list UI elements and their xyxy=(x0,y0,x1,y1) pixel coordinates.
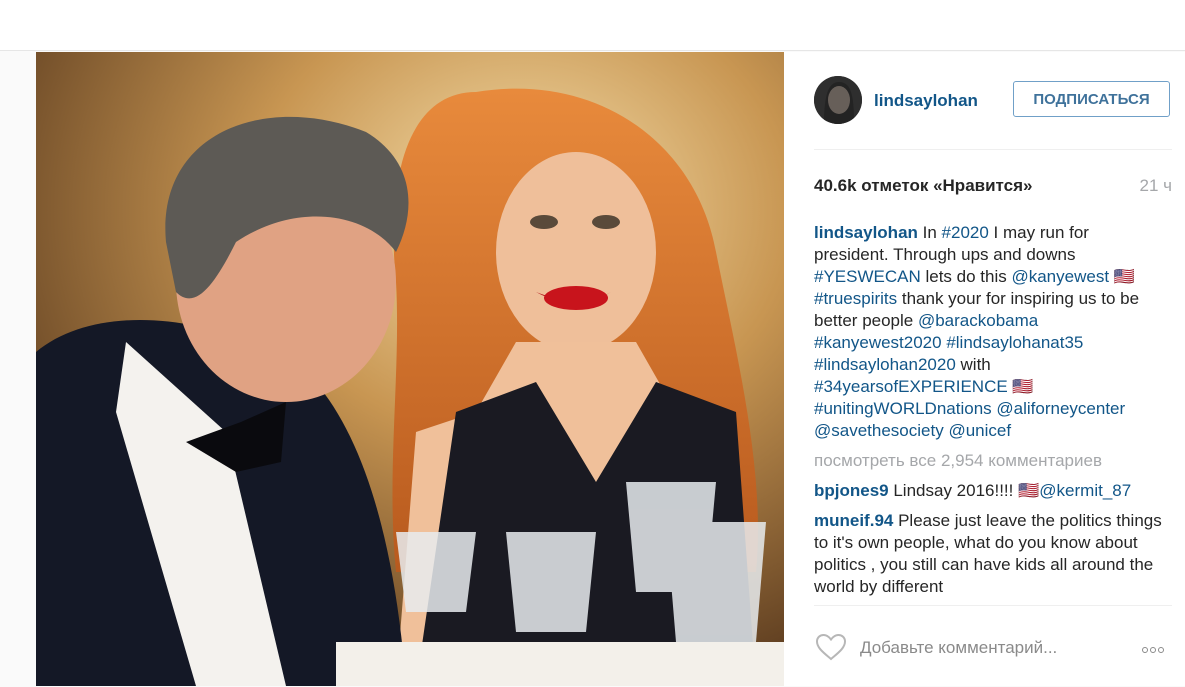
hashtag-link[interactable]: #lindsaylohanat35 xyxy=(946,333,1083,352)
top-navigation-bar xyxy=(0,0,1185,51)
follow-button[interactable]: ПОДПИСАТЬСЯ xyxy=(1013,81,1170,117)
comment-item: muneif.94 Please just leave the politics… xyxy=(814,510,1166,598)
hashtag-link[interactable]: #unitingWORLDnations xyxy=(814,399,992,418)
hashtag-link[interactable]: #YESWECAN xyxy=(814,267,921,286)
hashtag-link[interactable]: #34yearsofEXPERIENCE xyxy=(814,377,1008,396)
comments-list[interactable]: lindsaylohan In #2020 I may run for pres… xyxy=(814,222,1166,604)
comment-text: 🇺🇸 xyxy=(1109,267,1135,286)
comment-item: bpjones9 Lindsay 2016!!!! 🇺🇸@kermit_87 xyxy=(814,480,1166,502)
post-sidebar: lindsaylohan ПОДПИСАТЬСЯ 40.6k отметок «… xyxy=(814,52,1172,686)
comment-items: bpjones9 Lindsay 2016!!!! 🇺🇸@kermit_87mu… xyxy=(814,480,1166,598)
post-author-username[interactable]: lindsaylohan xyxy=(874,91,978,111)
avatar[interactable] xyxy=(814,76,862,124)
avatar-image xyxy=(814,76,862,124)
comment-text: 🇺🇸 xyxy=(1007,377,1034,396)
mention-link[interactable]: @unicef xyxy=(948,421,1011,440)
comment-text: Lindsay 2016!!!! 🇺🇸 xyxy=(888,481,1040,500)
comment-username[interactable]: bpjones9 xyxy=(814,481,889,500)
mention-link[interactable]: @kermit_87 xyxy=(1039,481,1131,500)
hashtag-link[interactable]: #2020 xyxy=(942,223,989,242)
mention-link[interactable]: @barackobama xyxy=(918,311,1038,330)
post-photo[interactable] xyxy=(36,52,784,686)
heart-outline-icon[interactable] xyxy=(814,632,848,662)
hashtag-link[interactable]: #truespirits xyxy=(814,289,897,308)
comment-text: with xyxy=(955,355,991,374)
caption-username[interactable]: lindsaylohan xyxy=(814,223,918,242)
post-caption: lindsaylohan In #2020 I may run for pres… xyxy=(814,222,1166,442)
hashtag-link[interactable]: #kanyewest2020 xyxy=(814,333,942,352)
mention-link[interactable]: @kanyewest xyxy=(1011,267,1109,286)
comment-username[interactable]: muneif.94 xyxy=(814,511,893,530)
comment-text: lets do this xyxy=(920,267,1012,286)
mention-link[interactable]: @savethesociety xyxy=(814,421,944,440)
post-timestamp[interactable]: 21 ч xyxy=(1140,176,1173,196)
add-comment-input[interactable] xyxy=(860,636,1100,660)
hashtag-link[interactable]: #lindsaylohan2020 xyxy=(814,355,956,374)
comment-form xyxy=(814,605,1172,687)
more-options-icon[interactable] xyxy=(1142,640,1172,653)
comment-text: In xyxy=(917,223,942,242)
mention-link[interactable]: @aliforneycenter xyxy=(996,399,1125,418)
post-modal: lindsaylohan ПОДПИСАТЬСЯ 40.6k отметок «… xyxy=(36,52,1185,686)
likes-row: 40.6k отметок «Нравится» 21 ч xyxy=(814,176,1172,198)
post-photo-illustration xyxy=(36,52,784,686)
post-header: lindsaylohan ПОДПИСАТЬСЯ xyxy=(814,52,1172,150)
view-all-comments-link[interactable]: посмотреть все 2,954 комментариев xyxy=(814,450,1166,472)
likes-count[interactable]: 40.6k отметок «Нравится» xyxy=(814,176,1032,196)
